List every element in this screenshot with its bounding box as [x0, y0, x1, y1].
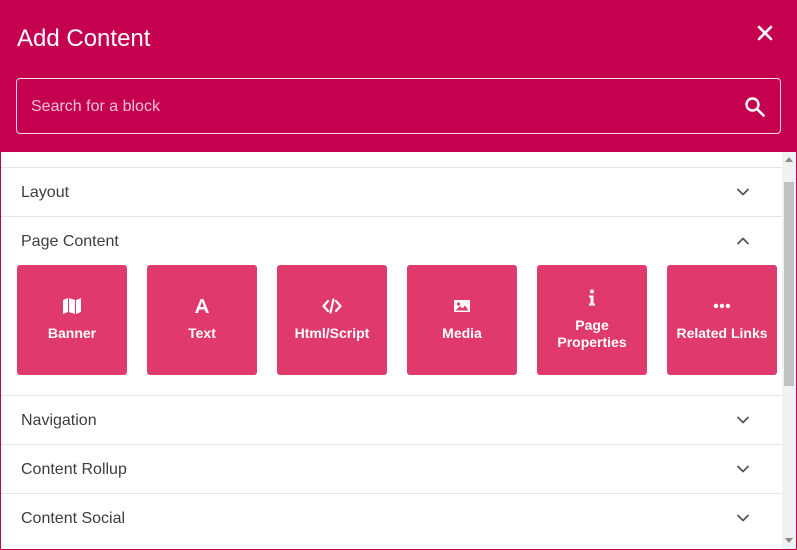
page-content-blocks: Banner Text Html/Script Media Page Prope… [1, 249, 782, 395]
search-box [16, 78, 781, 135]
search-icon[interactable] [744, 96, 766, 118]
block-list: Layout Page Content Banner Text Html/Scr… [1, 152, 782, 549]
section-label: Content Rollup [21, 461, 127, 478]
close-button[interactable] [753, 21, 777, 45]
block-html-script[interactable]: Html/Script [277, 265, 387, 375]
block-banner[interactable]: Banner [17, 265, 127, 375]
block-related-links[interactable]: Related Links [667, 265, 777, 375]
font-icon [195, 299, 209, 313]
close-icon [757, 25, 773, 41]
chevron-down-icon [737, 416, 749, 424]
block-label: Banner [47, 325, 97, 341]
dialog-title: Add Content [17, 25, 151, 52]
chevron-down-icon [737, 465, 749, 473]
search-input[interactable] [29, 79, 733, 135]
block-media[interactable]: Media [407, 265, 517, 375]
chevron-up-icon [737, 237, 749, 245]
block-label: Media [442, 325, 482, 341]
section-label: Navigation [21, 412, 97, 429]
section-content-rollup[interactable]: Content Rollup [1, 444, 782, 493]
block-label: Page Properties [557, 317, 627, 350]
add-content-dialog: Add Content Layout Page Content [0, 0, 797, 550]
ellipsis-icon [713, 303, 731, 309]
scrollbar-thumb[interactable] [784, 182, 794, 386]
chevron-down-icon [737, 514, 749, 522]
block-label: Text [188, 325, 216, 341]
section-label: Layout [21, 184, 70, 201]
block-page-properties[interactable]: Page Properties [537, 265, 647, 375]
scroll-up-arrow-icon[interactable] [785, 157, 793, 162]
chevron-down-icon [737, 188, 749, 196]
image-icon [454, 300, 470, 312]
section-content-social[interactable]: Content Social [1, 493, 782, 542]
section-layout[interactable]: Layout [1, 167, 782, 216]
block-label: Html/Script [294, 325, 370, 341]
code-icon [322, 298, 342, 314]
scrollbar[interactable] [782, 152, 796, 549]
section-label: Content Social [21, 510, 126, 527]
block-label: Related Links [676, 325, 768, 341]
info-icon [589, 289, 595, 306]
map-icon [63, 298, 81, 314]
scroll-down-arrow-icon[interactable] [785, 538, 793, 543]
section-navigation[interactable]: Navigation [1, 395, 782, 444]
dialog-header: Add Content [1, 1, 796, 152]
block-text[interactable]: Text [147, 265, 257, 375]
